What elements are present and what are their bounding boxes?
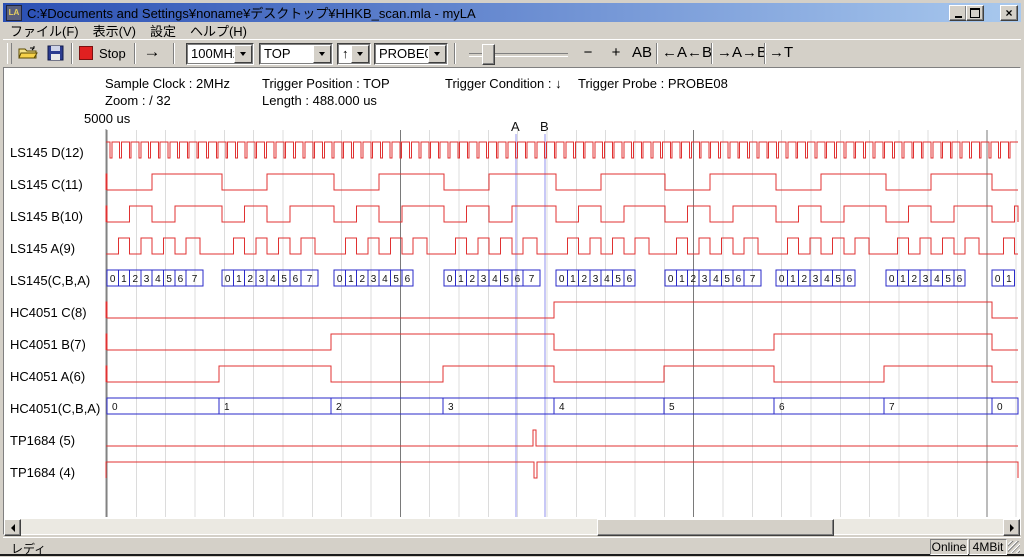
sample-clock-readout: Sample Clock : 2MHz bbox=[105, 76, 230, 91]
zoom-in-button[interactable]: + bbox=[608, 44, 624, 61]
channel-label: TP1684 (4) bbox=[10, 465, 75, 480]
floppy-save-icon bbox=[47, 45, 64, 61]
maximize-icon bbox=[970, 8, 980, 18]
maximize-button[interactable] bbox=[966, 5, 984, 21]
goto-trigger-button[interactable]: →T bbox=[769, 44, 791, 61]
chevron-down-icon[interactable] bbox=[234, 45, 252, 63]
arrow-down-glyph bbox=[240, 52, 246, 56]
toolbar-separator bbox=[764, 43, 766, 64]
combo-sample-clock[interactable]: 100MHz bbox=[186, 43, 254, 65]
open-file-button[interactable] bbox=[16, 42, 40, 64]
triangle-right-icon bbox=[1010, 524, 1014, 532]
channel-label: HC4051 C(8) bbox=[10, 305, 87, 320]
trigger-position-readout: Trigger Position : TOP bbox=[262, 76, 390, 91]
arrow-down-glyph bbox=[434, 52, 440, 56]
combo-trigger-edge[interactable]: ↑ bbox=[337, 43, 371, 65]
chevron-down-icon[interactable] bbox=[351, 45, 369, 63]
menu-item-0[interactable]: ファイル(F) bbox=[3, 20, 86, 41]
cursor-a-left-button[interactable]: ←A bbox=[662, 44, 684, 61]
app-window: LA C:¥Documents and Settings¥noname¥デスクト… bbox=[0, 0, 1024, 556]
zoom-slider-handle[interactable] bbox=[482, 44, 495, 65]
menu-item-2[interactable]: 設定 bbox=[143, 20, 183, 41]
close-button[interactable]: × bbox=[1000, 5, 1018, 21]
status-ready-text: レディ bbox=[11, 540, 46, 557]
channel-label: LS145 D(12) bbox=[10, 145, 84, 160]
combo-trigger-position-value: TOP bbox=[264, 46, 291, 61]
toolbar-separator bbox=[71, 43, 73, 64]
chevron-down-icon[interactable] bbox=[313, 45, 331, 63]
channel-label: TP1684 (5) bbox=[10, 433, 75, 448]
arrow-down-glyph bbox=[319, 52, 325, 56]
channel-label: LS145 B(10) bbox=[10, 209, 83, 224]
menu-bar: ファイル(F)表示(V)設定ヘルプ(H) bbox=[3, 22, 1021, 39]
scrollbar-thumb[interactable] bbox=[597, 519, 834, 536]
length-readout: Length : 488.000 us bbox=[262, 93, 377, 108]
scroll-left-button[interactable] bbox=[4, 519, 21, 536]
combo-sample-clock-value: 100MHz bbox=[191, 46, 239, 61]
channel-label: HC4051(C,B,A) bbox=[10, 401, 100, 416]
stop-button-label: Stop bbox=[99, 46, 126, 61]
resize-grip[interactable] bbox=[1008, 541, 1020, 553]
channel-label: LS145 A(9) bbox=[10, 241, 75, 256]
status-bar: レディ Online 4MBit bbox=[3, 537, 1021, 555]
menu-item-3[interactable]: ヘルプ(H) bbox=[183, 20, 254, 41]
cursor-label-b: B bbox=[540, 119, 549, 134]
combo-trigger-edge-value: ↑ bbox=[342, 46, 349, 61]
status-online-badge: Online bbox=[930, 539, 968, 555]
horizontal-scrollbar[interactable] bbox=[4, 519, 1020, 534]
scroll-right-button[interactable] bbox=[1003, 519, 1020, 536]
combo-trigger-position[interactable]: TOP bbox=[259, 43, 333, 65]
toolbar-grip bbox=[7, 43, 12, 64]
cursor-label-a: A bbox=[511, 119, 520, 134]
trigger-condition-readout: Trigger Condition : ↓ bbox=[445, 76, 562, 91]
toolbar: Stop → 100MHz TOP ↑ PROBE00 −+ AB ←A←B →A→B →T bbox=[3, 39, 1021, 67]
arrow-down-glyph bbox=[357, 52, 363, 56]
goto-ab-button[interactable]: AB bbox=[631, 44, 653, 61]
zoom-out-button[interactable]: − bbox=[580, 44, 596, 61]
toolbar-separator bbox=[134, 43, 136, 64]
red-square-stop-icon bbox=[79, 46, 93, 60]
waveform-panel bbox=[3, 67, 1021, 535]
run-button[interactable]: → bbox=[139, 40, 165, 64]
stop-button[interactable]: Stop bbox=[79, 42, 126, 64]
toolbar-separator bbox=[173, 43, 175, 64]
run-arrow-icon: → bbox=[144, 42, 161, 62]
toolbar-separator bbox=[656, 43, 658, 64]
save-button[interactable] bbox=[43, 42, 67, 64]
status-memory-badge: 4MBit bbox=[969, 539, 1007, 555]
triangle-left-icon bbox=[11, 524, 15, 532]
cursor-b-right-button[interactable]: →B bbox=[742, 44, 764, 61]
combo-trigger-probe[interactable]: PROBE00 bbox=[374, 43, 448, 65]
cursor-a-right-button[interactable]: →A bbox=[717, 44, 739, 61]
toolbar-separator bbox=[711, 43, 713, 64]
trigger-probe-readout: Trigger Probe : PROBE08 bbox=[578, 76, 728, 91]
menu-item-1[interactable]: 表示(V) bbox=[86, 20, 143, 41]
chevron-down-icon[interactable] bbox=[428, 45, 446, 63]
channel-label: LS145 C(11) bbox=[10, 177, 83, 192]
channel-label: HC4051 B(7) bbox=[10, 337, 86, 352]
cursor-b-left-button[interactable]: ←B bbox=[687, 44, 709, 61]
close-icon: × bbox=[1005, 8, 1012, 18]
channel-label: HC4051 A(6) bbox=[10, 369, 85, 384]
minimize-button[interactable] bbox=[949, 5, 967, 21]
minimize-icon bbox=[955, 16, 962, 18]
zoom-readout: Zoom : / 32 bbox=[105, 93, 171, 108]
folder-open-icon bbox=[18, 45, 38, 61]
toolbar-separator bbox=[454, 43, 456, 64]
channel-label: LS145(C,B,A) bbox=[10, 273, 90, 288]
app-icon: LA bbox=[6, 5, 22, 21]
time-scale-label: 5000 us bbox=[84, 111, 130, 126]
